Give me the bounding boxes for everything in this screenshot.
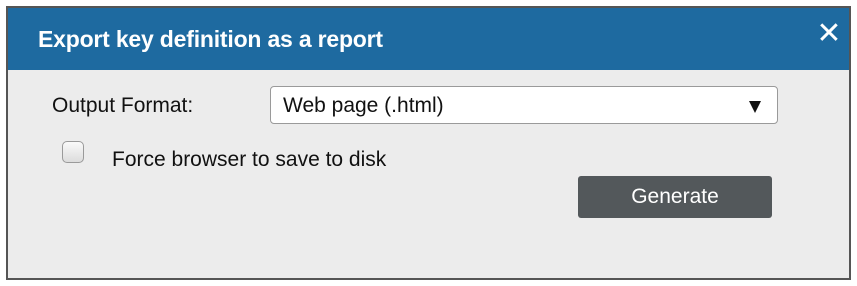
- output-format-label: Output Format:: [52, 94, 194, 117]
- generate-button[interactable]: Generate: [578, 176, 772, 218]
- force-save-label[interactable]: Force browser to save to disk: [112, 148, 386, 172]
- output-format-value: Web page (.html): [283, 94, 444, 117]
- close-icon[interactable]: ✕: [813, 18, 845, 50]
- dialog-title: Export key definition as a report: [38, 26, 383, 52]
- export-report-dialog: Export key definition as a report ✕ Outp…: [6, 6, 851, 280]
- dropdown-arrow-icon: [749, 101, 761, 113]
- output-format-select[interactable]: Web page (.html): [270, 86, 778, 124]
- dialog-titlebar: Export key definition as a report ✕: [8, 8, 849, 70]
- force-save-checkbox[interactable]: [62, 141, 84, 163]
